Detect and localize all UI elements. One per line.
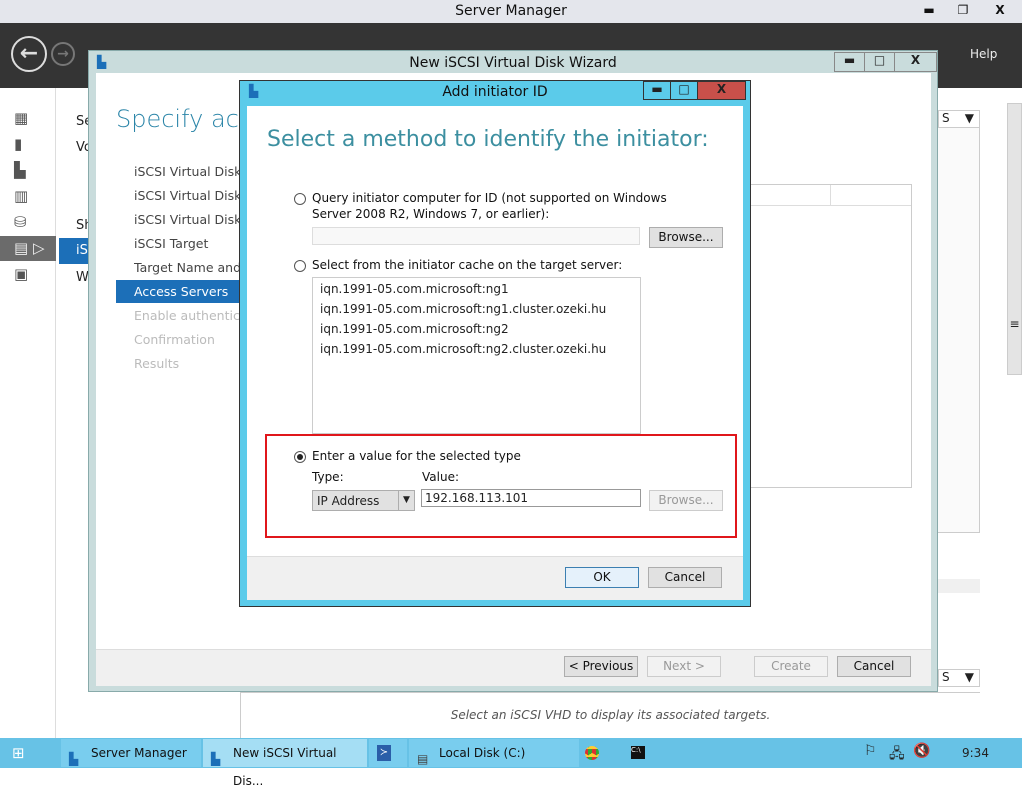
value-option-label: Enter a value for the selected type (312, 449, 521, 463)
taskbar: ⊞ ▙ Server Manager ▙ New iSCSI Virtual Dis… (0, 738, 1022, 788)
maximize-button[interactable]: □ (865, 53, 895, 71)
arrow-left-icon[interactable]: ← (11, 36, 47, 72)
arrow-right-icon[interactable]: → (51, 42, 75, 66)
background-dropdown[interactable]: S ▼ (938, 669, 980, 687)
close-button[interactable]: X (895, 53, 936, 71)
taskbar-server-manager[interactable]: ▙ Server Manager (61, 739, 201, 767)
iis-icon[interactable]: ⛁ (0, 210, 56, 235)
wizard-step[interactable]: iSCSI Virtual Disk N (134, 184, 244, 207)
volume-muted-icon[interactable]: 🔇 (913, 743, 930, 759)
folder-icon: ▤ (417, 752, 429, 766)
wizard-title: New iSCSI Virtual Disk Wizard (409, 55, 617, 71)
wizard-step[interactable]: iSCSI Virtual Disk Lo (134, 160, 244, 183)
list-item[interactable]: iqn.1991-05.com.microsoft:ng2 (320, 322, 633, 342)
background-panel-footer (938, 579, 980, 593)
column-divider (830, 185, 831, 206)
maximize-button[interactable]: □ (671, 82, 698, 99)
chevron-down-icon: ▼ (964, 111, 974, 125)
type-select-value: IP Address (317, 494, 380, 508)
query-browse-button[interactable]: Browse... (649, 227, 723, 248)
query-label: Query initiator computer for ID (not sup… (312, 191, 667, 205)
wizard-step[interactable]: Access Servers (116, 280, 241, 303)
minimize-button[interactable]: ▬ (912, 0, 946, 20)
list-item[interactable]: iqn.1991-05.com.microsoft:ng1.cluster.oz… (320, 302, 633, 322)
taskbar-wizard[interactable]: ▙ New iSCSI Virtual Dis... (203, 739, 367, 788)
network-icon[interactable]: 🖧 (889, 743, 905, 767)
server-manager-icon: ▙ (69, 752, 79, 766)
cache-label: Select from the initiator cache on the t… (312, 258, 623, 272)
list-header (750, 185, 911, 206)
next-button[interactable]: Next > (647, 656, 721, 677)
powershell-icon: ≻ (377, 745, 391, 761)
access-servers-list (749, 184, 912, 488)
cancel-button[interactable]: Cancel (837, 656, 911, 677)
background-panel (938, 127, 980, 533)
nav-item[interactable]: W (76, 270, 89, 285)
minimize-button[interactable]: ▬ (835, 53, 865, 71)
wizard-window-controls: ▬ □ X (834, 52, 937, 72)
windows-start-icon[interactable]: ⊞ (12, 744, 25, 762)
all-servers-icon[interactable]: ▙ (0, 158, 56, 183)
local-server-icon[interactable]: ▮ (0, 132, 56, 157)
cache-radio[interactable] (294, 260, 306, 272)
taskbar-powershell[interactable]: ≻ (369, 739, 407, 767)
file-storage-icon[interactable]: ▥ (0, 184, 56, 209)
roles-icon[interactable]: ▣ (0, 262, 56, 287)
wizard-step[interactable]: iSCSI Target (134, 232, 244, 255)
restore-button[interactable]: ❐ (946, 0, 980, 20)
wizard-step[interactable]: Target Name and A (134, 256, 244, 279)
dashboard-icon[interactable]: ▦ (0, 106, 56, 131)
app-icon: ▙ (249, 84, 259, 98)
ok-button[interactable]: OK (565, 567, 639, 588)
chevron-down-icon: ▼ (964, 670, 974, 684)
create-button[interactable]: Create (754, 656, 828, 677)
dialog-content: Select a method to identify the initiato… (247, 106, 743, 600)
minimize-button[interactable]: ▬ (644, 82, 671, 99)
wizard-step[interactable]: iSCSI Virtual Disk Si (134, 208, 244, 231)
app-icon: ▙ (97, 55, 107, 69)
value-input[interactable]: 192.168.113.101 (421, 489, 641, 507)
dialog-heading: Select a method to identify the initiato… (267, 127, 709, 152)
wizard-step[interactable]: Results (134, 352, 244, 375)
query-label-2: Server 2008 R2, Windows 7, or earlier): (312, 207, 550, 221)
task-label: Local Disk (C:) (439, 746, 526, 760)
list-item[interactable]: iqn.1991-05.com.microsoft:ng2.cluster.oz… (320, 342, 633, 362)
value-browse-button[interactable]: Browse... (649, 490, 723, 511)
flag-icon[interactable]: ⚐ (864, 743, 877, 759)
title-bar: Server Manager ▬ ❐ X (0, 0, 1022, 23)
window-title: Server Manager (455, 3, 567, 19)
initiator-cache-list: iqn.1991-05.com.microsoft:ng1 iqn.1991-0… (312, 277, 641, 434)
help-menu[interactable]: Help (970, 47, 997, 61)
server-manager-icon: ▙ (211, 752, 221, 766)
hint-text: Select an iSCSI VHD to display its assoc… (240, 692, 980, 738)
chrome-icon[interactable] (585, 746, 599, 760)
task-label: New iSCSI Virtual Dis... (233, 746, 337, 788)
list-item[interactable]: iqn.1991-05.com.microsoft:ng1 (320, 282, 633, 302)
wizard-step[interactable]: Confirmation (134, 328, 244, 351)
dropdown-value: S (942, 111, 950, 125)
command-prompt-icon[interactable]: C:\ (631, 746, 645, 759)
background-dropdown[interactable]: S ▼ (938, 110, 980, 128)
scrollbar[interactable]: ≡ (1007, 103, 1022, 375)
taskbar-explorer[interactable]: ▤ Local Disk (C:) (409, 739, 579, 767)
type-select[interactable]: IP Address ▼ (312, 490, 415, 511)
value-radio[interactable] (294, 451, 306, 463)
previous-button[interactable]: < Previous (564, 656, 638, 677)
dialog-window-controls: ▬ □ X (643, 81, 746, 100)
file-services-icon[interactable]: ▤ ▷ (0, 236, 56, 261)
add-initiator-dialog: Add initiator ID ▙ ▬ □ X Select a method… (239, 80, 751, 607)
query-radio[interactable] (294, 193, 306, 205)
clock[interactable]: 9:34 (962, 746, 989, 760)
value-label: Value: (422, 470, 459, 484)
type-label: Type: (312, 470, 344, 484)
left-nav: ▦ ▮ ▙ ▥ ⛁ ▤ ▷ ▣ (0, 88, 56, 738)
task-label: Server Manager (91, 746, 187, 760)
chevron-down-icon: ▼ (398, 491, 414, 510)
query-input[interactable] (312, 227, 640, 245)
cancel-button[interactable]: Cancel (648, 567, 722, 588)
wizard-step[interactable]: Enable authenticati (134, 304, 244, 327)
close-button[interactable]: X (698, 82, 745, 99)
close-button[interactable]: X (980, 0, 1020, 20)
dropdown-value: S (942, 670, 950, 684)
